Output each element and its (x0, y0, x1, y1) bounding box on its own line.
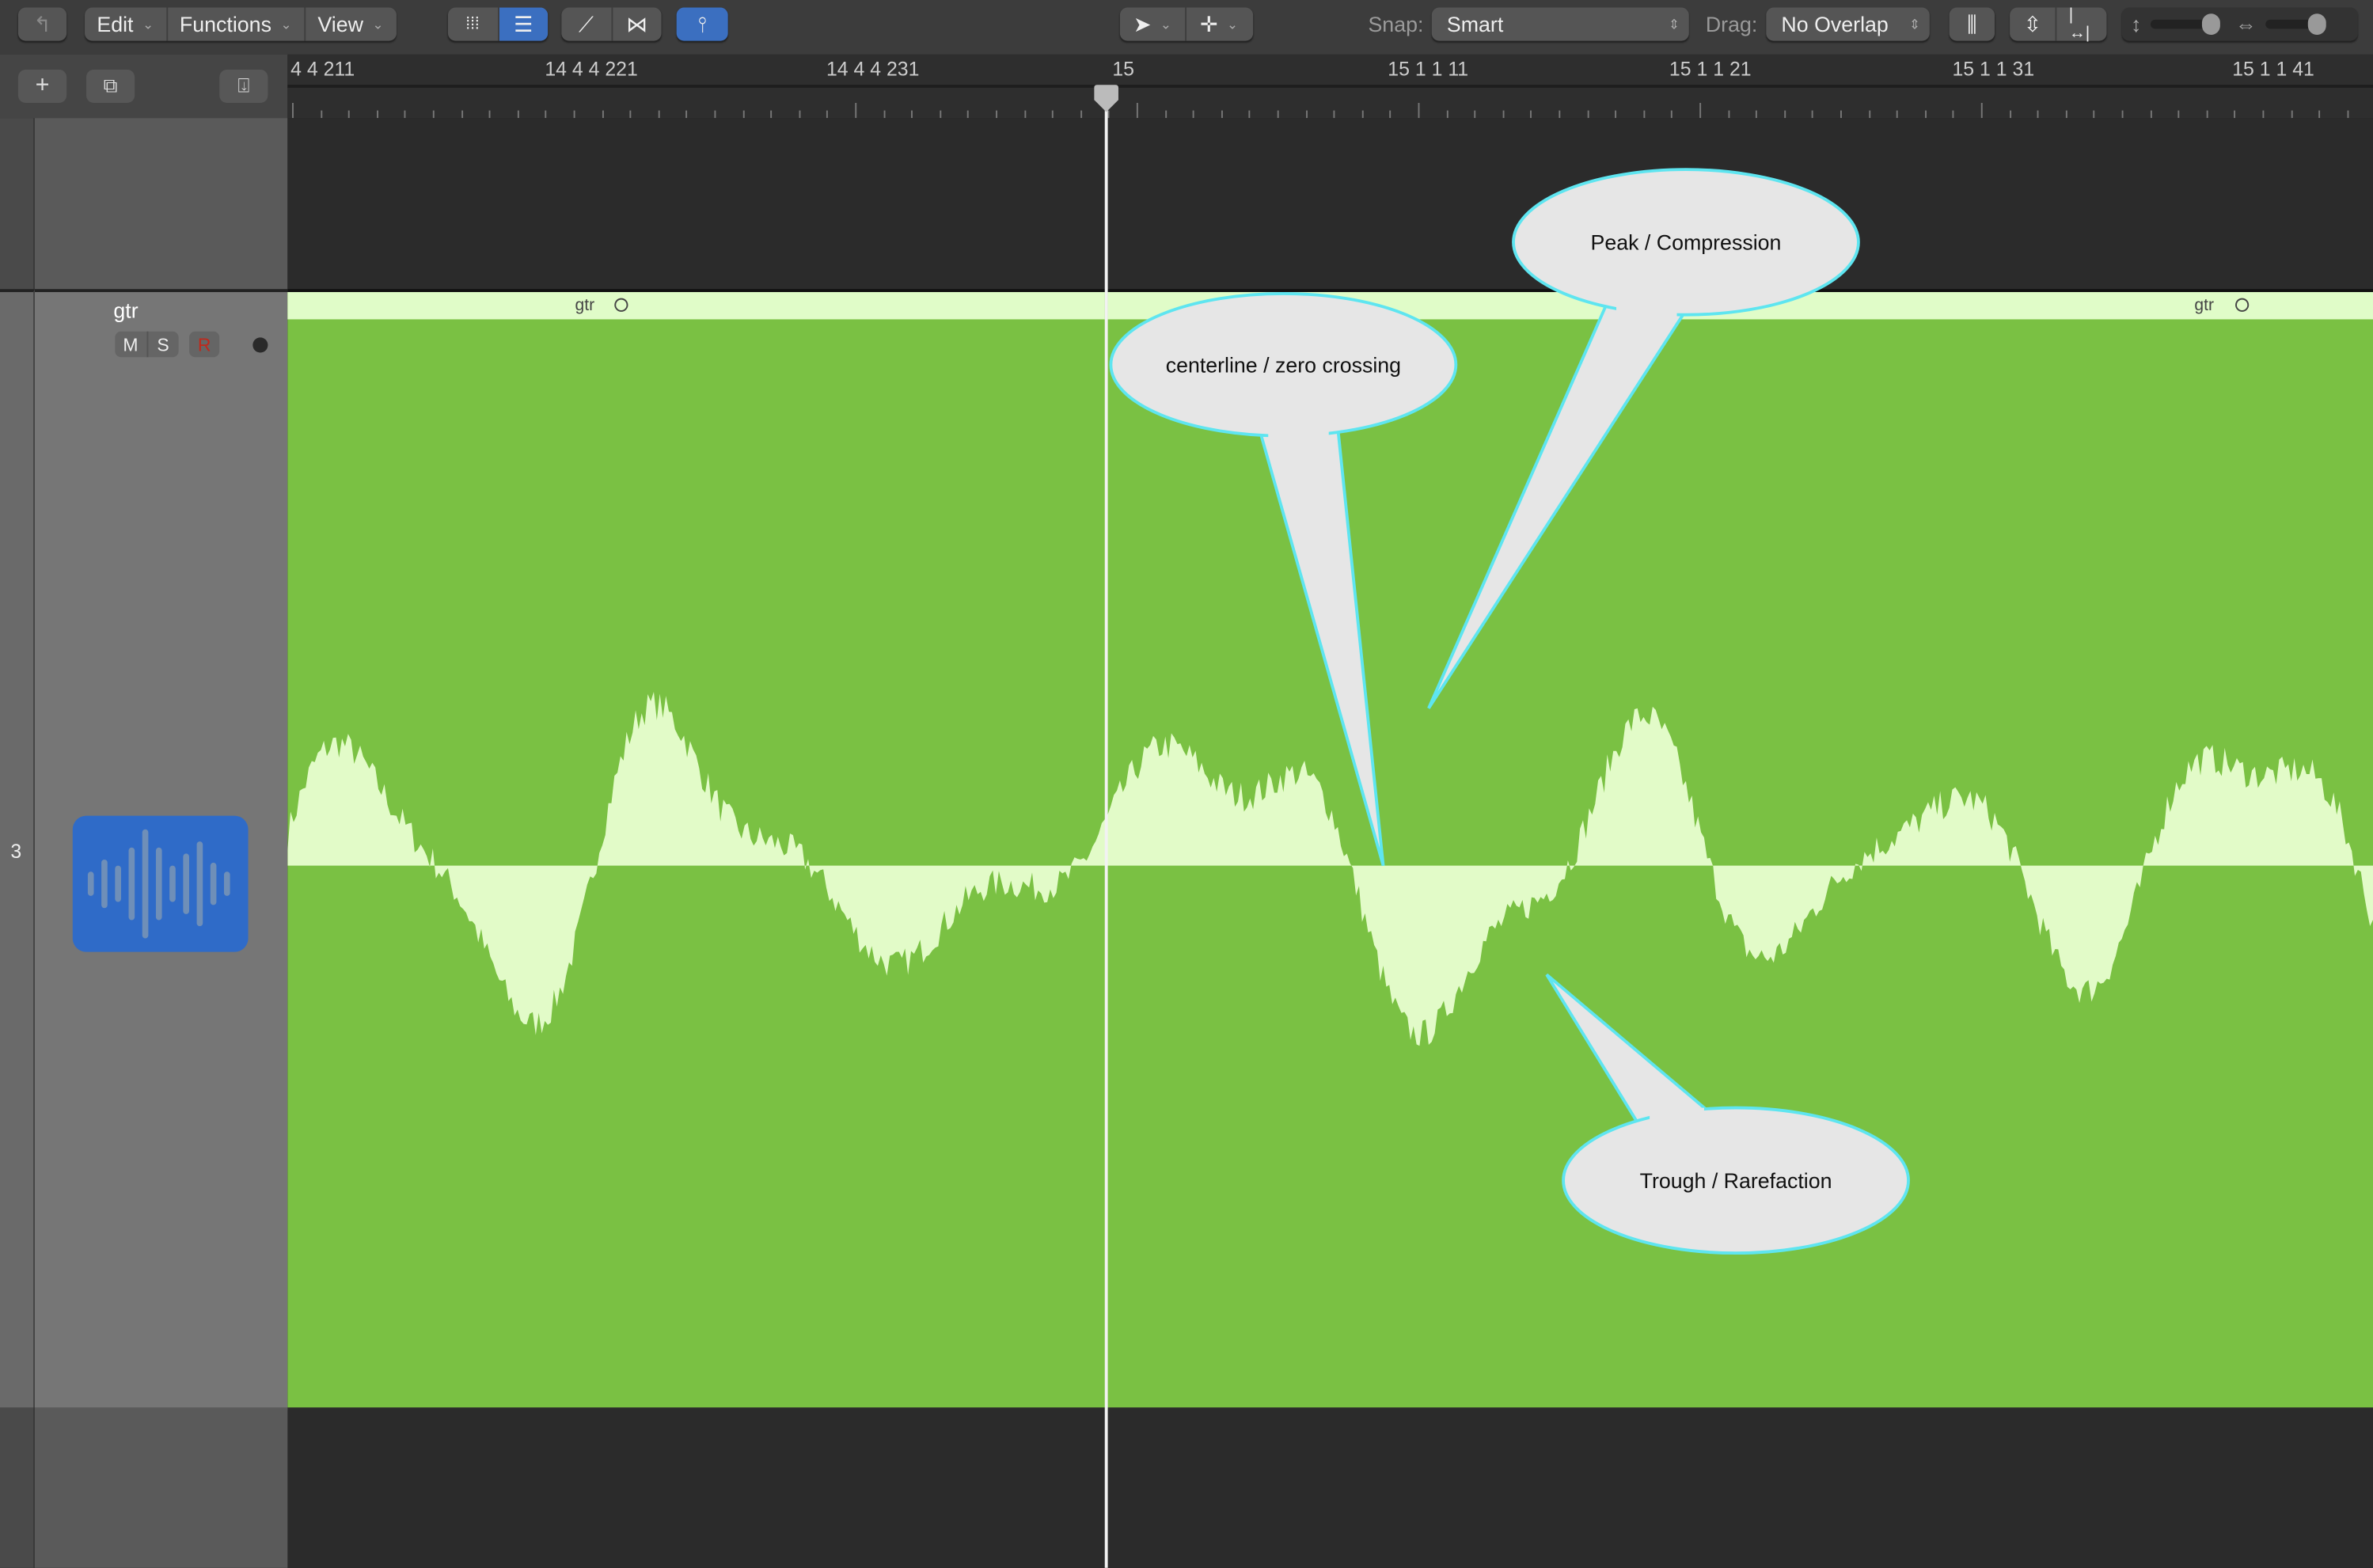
zero-callout-tail (1257, 427, 1385, 867)
callouts: Peak / Compression centerline / zero cro… (1109, 168, 1910, 1255)
logic-pro-window: ↰ Edit ⌄ Functions ⌄ View ⌄ ⁞⁞⁞ ☰ ⟋ ⋈ ⫯ ➤ ⌄ … (0, 0, 2373, 1568)
trough-callout-text: Trough / Rarefaction (1640, 1169, 1832, 1193)
zero-callout-text: centerline / zero crossing (1166, 353, 1401, 377)
trough-callout-tail (1545, 973, 1717, 1129)
peak-callout-tail (1427, 301, 1689, 709)
peak-callout-text: Peak / Compression (1591, 230, 1782, 254)
